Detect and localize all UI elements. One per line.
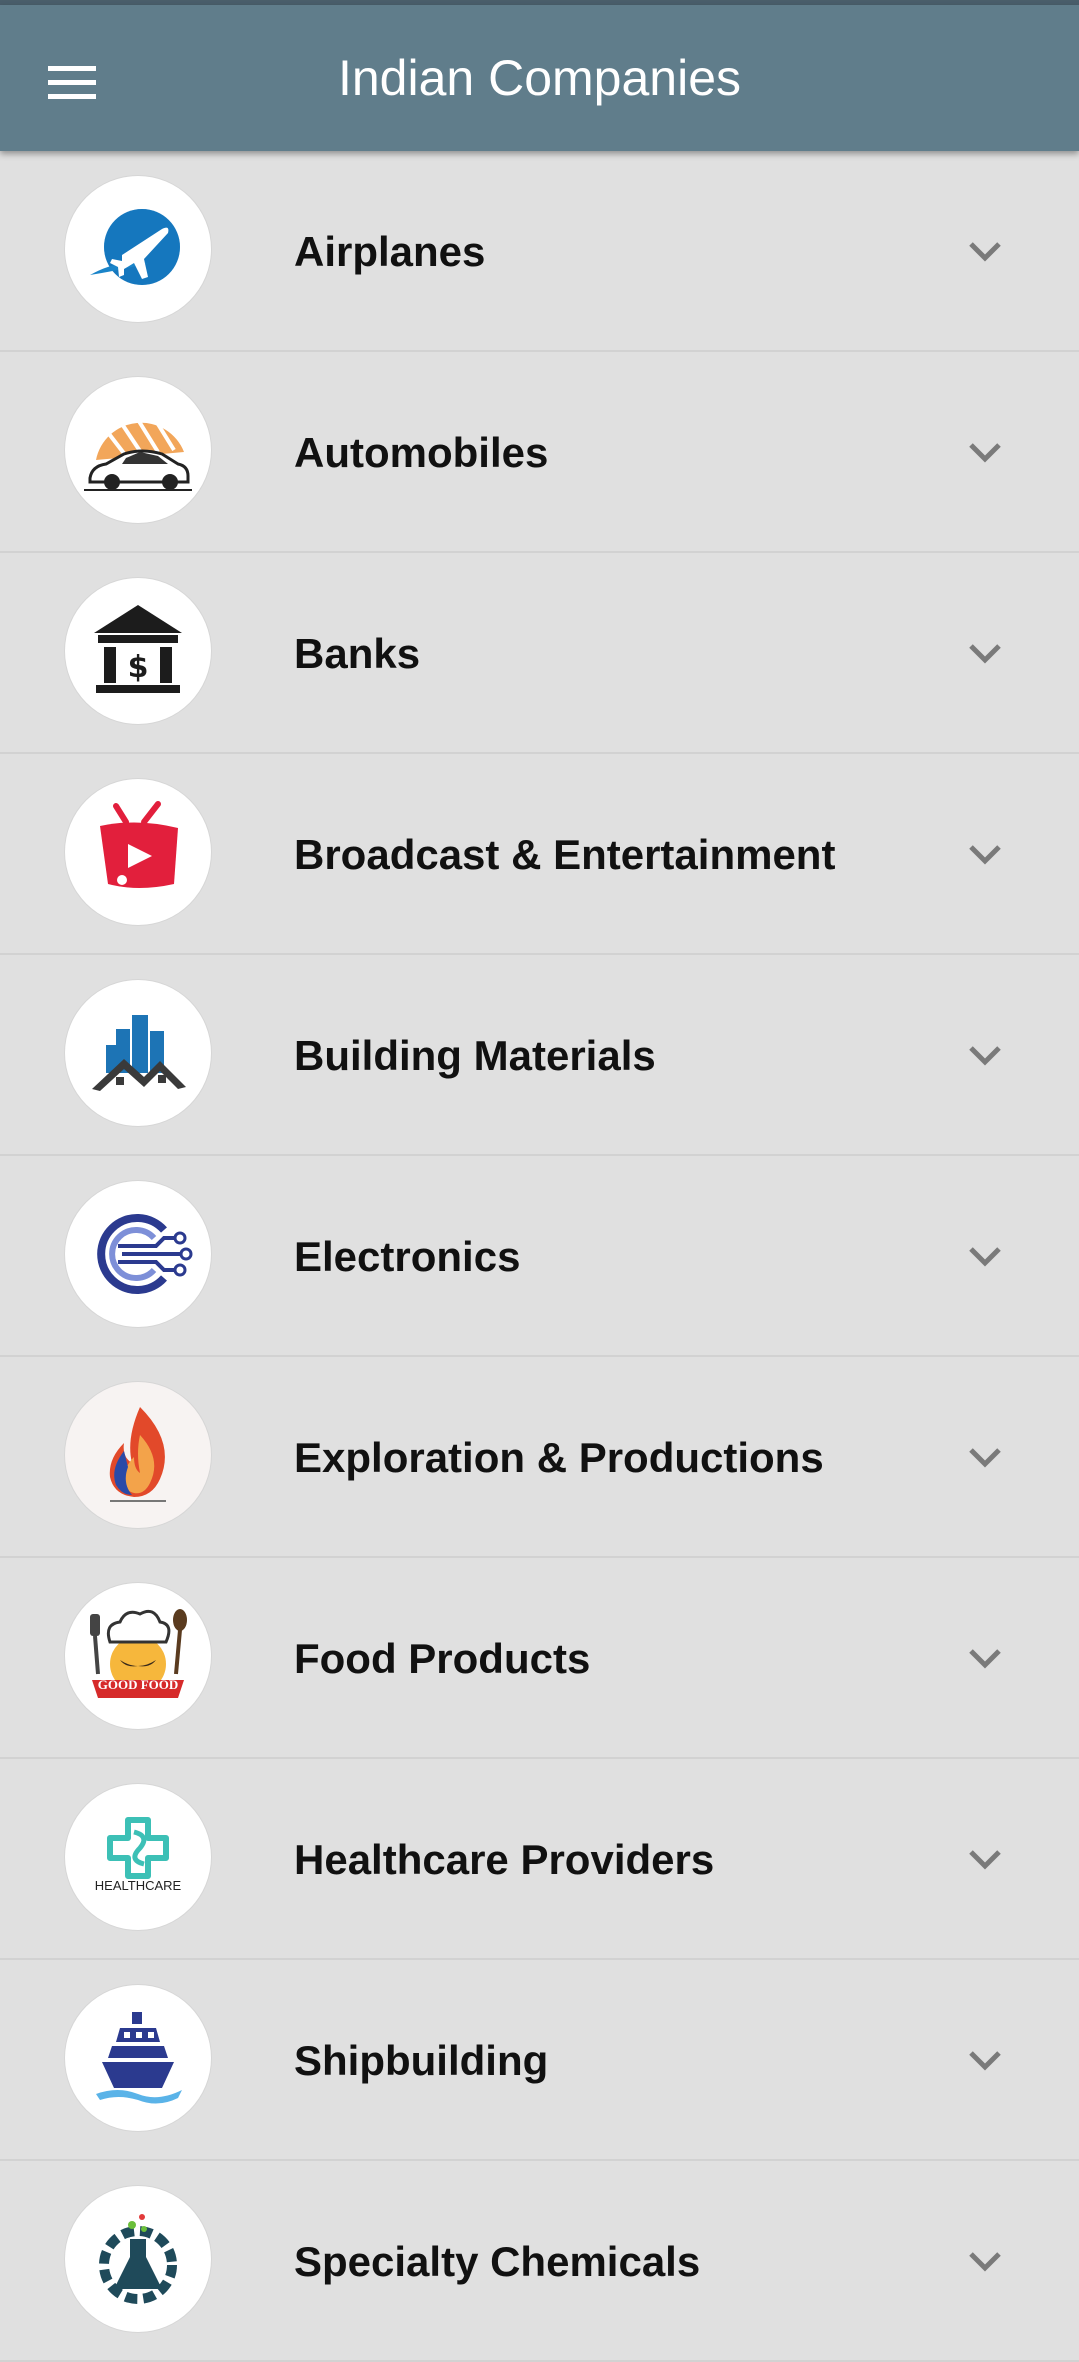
category-list: Airplanes Automobiles $ Banks Broadcast … [0, 151, 1079, 2362]
chevron-down-icon[interactable] [965, 1842, 1005, 1878]
page-title: Indian Companies [337, 50, 742, 106]
category-label: Electronics [294, 1233, 521, 1280]
flame-icon [109, 1407, 166, 1502]
category-item-broadcast-entertainment[interactable]: Broadcast & Entertainment [0, 754, 1079, 955]
chevron-down-icon[interactable] [965, 837, 1005, 873]
category-avatar [65, 779, 211, 925]
category-label: Building Materials [294, 1032, 656, 1079]
circuit-icon [97, 1214, 193, 1294]
buildings-icon [92, 1015, 186, 1091]
bank-icon: $ [94, 605, 182, 693]
category-label: Exploration & Productions [294, 1434, 824, 1481]
category-avatar [65, 1985, 211, 2131]
category-item-building-materials[interactable]: Building Materials [0, 955, 1079, 1156]
category-avatar [65, 1382, 211, 1528]
chevron-down-icon[interactable] [965, 2043, 1005, 2079]
category-item-specialty-chemicals[interactable]: Specialty Chemicals [0, 2161, 1079, 2362]
category-avatar [65, 2186, 211, 2332]
category-label: Broadcast & Entertainment [294, 831, 836, 878]
food-badge: GOOD FOOD [97, 1677, 179, 1692]
chevron-down-icon[interactable] [965, 636, 1005, 672]
category-avatar [65, 377, 211, 523]
category-label: Food Products [294, 1635, 591, 1682]
healthcare-cross-icon [107, 1817, 169, 1879]
chevron-down-icon[interactable] [965, 2244, 1005, 2280]
chevron-down-icon[interactable] [965, 1239, 1005, 1275]
category-label: Shipbuilding [294, 2037, 549, 2084]
svg-text:$: $ [128, 650, 149, 685]
category-item-shipbuilding[interactable]: Shipbuilding [0, 1960, 1079, 2161]
ship-icon [96, 2012, 182, 2104]
category-item-automobiles[interactable]: Automobiles [0, 352, 1079, 553]
category-item-exploration-productions[interactable]: Exploration & Productions [0, 1357, 1079, 1558]
category-item-electronics[interactable]: Electronics [0, 1156, 1079, 1357]
chef-icon [90, 1609, 187, 1698]
category-avatar: GOOD FOOD [65, 1583, 211, 1729]
category-item-airplanes[interactable]: Airplanes [0, 151, 1079, 352]
category-avatar: HEALTHCARE [65, 1784, 211, 1930]
chevron-down-icon[interactable] [965, 1440, 1005, 1476]
category-avatar [65, 1181, 211, 1327]
flask-gear-icon [99, 2214, 177, 2304]
chevron-down-icon[interactable] [965, 234, 1005, 270]
category-label: Specialty Chemicals [294, 2238, 701, 2285]
app-bar: Indian Companies [0, 5, 1079, 151]
healthcare-badge: HEALTHCARE [94, 1878, 182, 1893]
menu-button[interactable] [30, 40, 116, 126]
airplane-icon [90, 209, 180, 285]
chevron-down-icon[interactable] [965, 435, 1005, 471]
category-item-food-products[interactable]: GOOD FOOD Food Products [0, 1558, 1079, 1759]
hamburger-menu-icon [48, 66, 96, 99]
category-label: Automobiles [294, 429, 549, 476]
category-avatar [65, 980, 211, 1126]
category-avatar [65, 176, 211, 322]
category-label: Airplanes [294, 228, 486, 275]
category-item-banks[interactable]: $ Banks [0, 553, 1079, 754]
tv-icon [100, 801, 178, 888]
category-item-healthcare-providers[interactable]: HEALTHCARE Healthcare Providers [0, 1759, 1079, 1960]
chevron-down-icon[interactable] [965, 1641, 1005, 1677]
category-label: Healthcare Providers [294, 1836, 715, 1883]
car-icon [84, 406, 192, 491]
category-label: Banks [294, 630, 421, 677]
category-avatar: $ [65, 578, 211, 724]
chevron-down-icon[interactable] [965, 1038, 1005, 1074]
